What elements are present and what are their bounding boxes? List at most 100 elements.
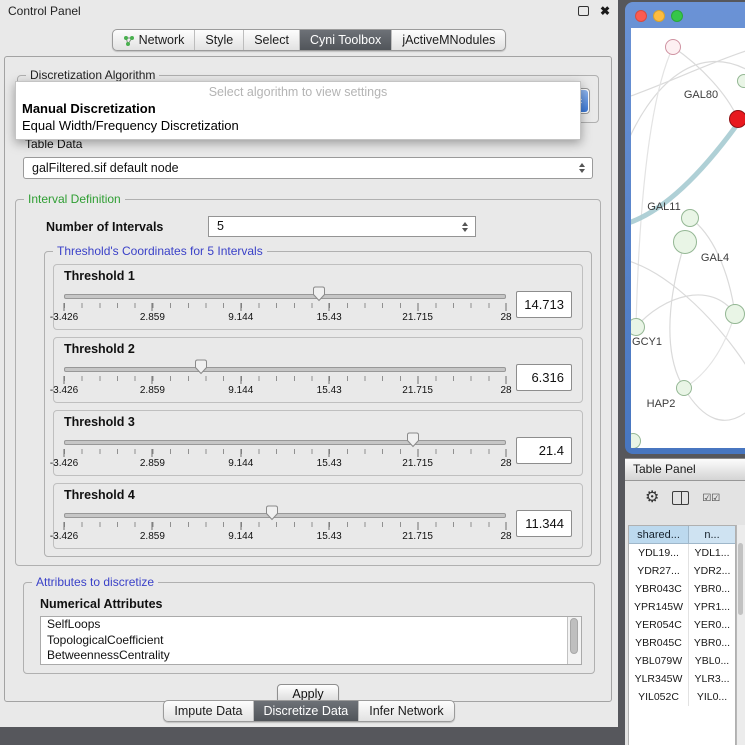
- tab-jactivemnodules[interactable]: jActiveMNodules: [391, 30, 505, 50]
- close-traffic-light-icon[interactable]: [635, 10, 647, 22]
- table-row[interactable]: YBR043CYBR0...: [629, 580, 735, 598]
- list-scrollbar[interactable]: [567, 617, 581, 664]
- network-node[interactable]: [665, 39, 681, 55]
- network-node[interactable]: [673, 230, 697, 254]
- slider-tick-labels: -3.4262.8599.14415.4321.71528: [64, 531, 506, 542]
- table-row[interactable]: YPR145WYPR1...: [629, 598, 735, 616]
- tab-infer-network[interactable]: Infer Network: [358, 701, 453, 721]
- table-cell: YBL079W: [629, 652, 689, 670]
- table-row[interactable]: YBL079WYBL0...: [629, 652, 735, 670]
- threshold-1-slider[interactable]: -3.4262.8599.14415.4321.71528: [64, 285, 506, 324]
- zoom-traffic-light-icon[interactable]: [671, 10, 683, 22]
- column-header[interactable]: shared...: [629, 526, 689, 544]
- panel-title: Control Panel: [8, 4, 578, 18]
- discretization-algorithm-group-title: Discretization Algorithm: [26, 68, 159, 82]
- list-item[interactable]: BetweennessCentrality: [41, 648, 581, 664]
- list-scrollbar-thumb[interactable]: [570, 618, 578, 654]
- tab-network-label: Network: [139, 33, 185, 47]
- table-cell: YIL0...: [689, 688, 735, 706]
- threshold-1-value-field[interactable]: 14.713: [516, 291, 572, 318]
- attributes-list: SelfLoops TopologicalCoefficient Between…: [40, 616, 582, 665]
- table-scrollbar-thumb[interactable]: [738, 543, 743, 615]
- network-node[interactable]: [681, 209, 699, 227]
- tab-cyni-toolbox[interactable]: Cyni Toolbox: [299, 30, 391, 50]
- slider-track[interactable]: [64, 440, 506, 445]
- number-of-intervals-value: 5: [217, 219, 224, 233]
- table-cell: YBL0...: [689, 652, 735, 670]
- slider-track[interactable]: [64, 513, 506, 518]
- network-node[interactable]: [676, 380, 692, 396]
- table-panel-header: Table Panel: [625, 458, 745, 481]
- slider-track[interactable]: [64, 294, 506, 299]
- threshold-4-slider[interactable]: -3.4262.8599.14415.4321.71528: [64, 504, 506, 543]
- network-node[interactable]: [737, 74, 745, 88]
- network-icon: [123, 35, 135, 46]
- tab-discretize-data[interactable]: Discretize Data: [253, 701, 359, 721]
- columns-icon[interactable]: [672, 491, 689, 505]
- minimize-traffic-light-icon[interactable]: [653, 10, 665, 22]
- table-row[interactable]: YLR345WYLR3...: [629, 670, 735, 688]
- threshold-panel-4: Threshold 4 -3: [53, 483, 583, 549]
- interval-definition-title: Interval Definition: [24, 192, 125, 206]
- node-label: GAL80: [684, 89, 718, 101]
- table-row[interactable]: YIL052CYIL0...: [629, 688, 735, 706]
- slider-ticks: [64, 522, 506, 530]
- tab-select-label: Select: [254, 33, 289, 47]
- tab-jactivemnodules-label: jActiveMNodules: [402, 33, 495, 47]
- application-window: Control Panel ✖ Network Style Select Cyn…: [0, 0, 745, 745]
- cyni-toolbox-panel: Discretization Algorithm Select algorith…: [4, 56, 612, 702]
- number-of-intervals-label: Number of Intervals: [46, 220, 208, 234]
- threshold-2-value-field[interactable]: 6.316: [516, 364, 572, 391]
- algorithm-option-manual[interactable]: Manual Discretization: [16, 100, 580, 117]
- slider-thumb[interactable]: [312, 286, 326, 302]
- slider-ticks: [64, 303, 506, 311]
- threshold-panel-2: Threshold 2 -3: [53, 337, 583, 403]
- threshold-4-value-field[interactable]: 11.344: [516, 510, 572, 537]
- number-of-intervals-spinner[interactable]: 5: [208, 216, 476, 237]
- table-cell: YDR2...: [689, 562, 735, 580]
- table-row[interactable]: YDR27...YDR2...: [629, 562, 735, 580]
- list-item[interactable]: SelfLoops: [41, 617, 581, 633]
- algorithm-placeholder-item: Select algorithm to view settings: [16, 82, 580, 100]
- attributes-group: Attributes to discretize Numerical Attri…: [23, 582, 595, 674]
- network-node-selected[interactable]: [729, 110, 745, 128]
- network-node[interactable]: [725, 304, 745, 324]
- slider-thumb[interactable]: [265, 505, 279, 521]
- slider-track[interactable]: [64, 367, 506, 372]
- table-cell: YBR045C: [629, 634, 689, 652]
- gear-icon[interactable]: ⚙: [645, 490, 659, 506]
- threshold-2-slider[interactable]: -3.4262.8599.14415.4321.71528: [64, 358, 506, 397]
- table-data-value: galFiltered.sif default node: [32, 161, 179, 175]
- network-canvas[interactable]: GAL80 GAL11 GAL4 GCY1 HAP2: [631, 28, 745, 448]
- tab-infer-network-label: Infer Network: [369, 704, 443, 718]
- table-row[interactable]: YBR045CYBR0...: [629, 634, 735, 652]
- table-scrollbar[interactable]: [736, 525, 745, 745]
- table-cell: YER0...: [689, 616, 735, 634]
- network-view-window: GAL80 GAL11 GAL4 GCY1 HAP2: [625, 2, 745, 454]
- float-window-icon[interactable]: [578, 6, 589, 16]
- close-icon[interactable]: ✖: [600, 5, 610, 17]
- column-header[interactable]: n...: [689, 526, 735, 544]
- checkbox-icons[interactable]: ☑☑: [702, 493, 720, 504]
- threshold-3-value-field[interactable]: 21.4: [516, 437, 572, 464]
- slider-ticks: [64, 449, 506, 457]
- list-item[interactable]: TopologicalCoefficient: [41, 633, 581, 649]
- tab-style[interactable]: Style: [194, 30, 243, 50]
- slider-tick-labels: -3.4262.8599.14415.4321.71528: [64, 385, 506, 396]
- node-attribute-table: shared... n... YDL19...YDL1... YDR27...Y…: [628, 525, 736, 745]
- tab-network[interactable]: Network: [113, 30, 195, 50]
- slider-thumb[interactable]: [194, 359, 208, 375]
- threshold-3-slider[interactable]: -3.4262.8599.14415.4321.71528: [64, 431, 506, 470]
- spinner-stepper-icon[interactable]: [462, 217, 468, 236]
- table-data-combobox[interactable]: galFiltered.sif default node: [23, 157, 593, 179]
- tab-select[interactable]: Select: [243, 30, 299, 50]
- numerical-attributes-label: Numerical Attributes: [40, 597, 584, 611]
- table-cell: YDL19...: [629, 544, 689, 562]
- table-data-stepper-icon[interactable]: [579, 158, 585, 178]
- slider-thumb[interactable]: [406, 432, 420, 448]
- table-row[interactable]: YER054CYER0...: [629, 616, 735, 634]
- tab-impute-data[interactable]: Impute Data: [164, 701, 252, 721]
- algorithm-option-equal-width[interactable]: Equal Width/Frequency Discretization: [16, 117, 580, 134]
- interval-definition-group: Interval Definition Number of Intervals …: [15, 199, 601, 566]
- table-row[interactable]: YDL19...YDL1...: [629, 544, 735, 562]
